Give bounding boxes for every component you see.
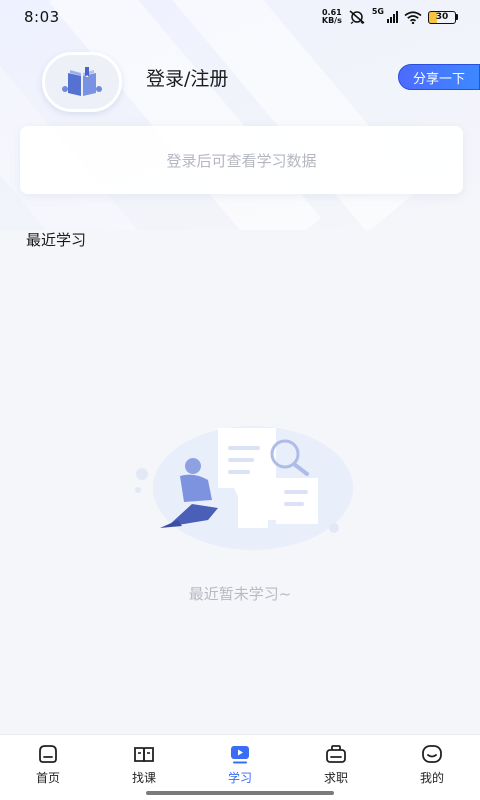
avatar[interactable] — [42, 52, 122, 112]
tab-mine[interactable]: 我的 — [384, 735, 480, 800]
header-background — [0, 0, 480, 230]
status-bar: 8:03 0.61 KB/s 5G 30 — [0, 0, 480, 34]
cell-signal-icon — [387, 11, 398, 23]
tab-job-label: 求职 — [323, 771, 348, 785]
home-icon — [39, 745, 57, 763]
wifi-icon — [404, 10, 422, 24]
empty-state-illustration — [135, 426, 353, 550]
network-gen: 5G — [371, 7, 384, 16]
alarm-off-icon — [349, 10, 365, 24]
tab-study-label: 学习 — [227, 771, 252, 785]
login-register-link[interactable]: 登录/注册 — [146, 64, 228, 91]
net-speed-unit: KB/s — [321, 16, 342, 25]
tab-mine-label: 我的 — [419, 771, 444, 785]
book-icon — [134, 747, 154, 763]
battery-level: 30 — [428, 10, 456, 24]
status-time: 8:03 — [24, 8, 60, 26]
empty-state-message: 最近暂未学习~ — [188, 585, 292, 603]
net-speed: 0.61 KB/s — [322, 9, 342, 25]
study-data-card[interactable]: 登录后可查看学习数据 — [20, 126, 463, 194]
tab-home-label: 首页 — [35, 771, 60, 785]
book-avatar-icon — [62, 67, 102, 96]
study-data-message: 登录后可查看学习数据 — [166, 151, 317, 170]
home-indicator[interactable] — [146, 791, 334, 795]
tab-home[interactable]: 首页 — [0, 735, 96, 800]
briefcase-icon — [326, 745, 346, 763]
battery-icon: 30 — [428, 10, 458, 24]
status-icons: 0.61 KB/s 5G 30 — [322, 7, 458, 25]
smile-icon — [422, 745, 442, 763]
tab-find-course-label: 找课 — [131, 771, 156, 785]
play-icon — [231, 746, 249, 764]
share-button[interactable]: 分享一下 — [398, 64, 480, 90]
recent-study-title: 最近学习 — [26, 231, 87, 249]
